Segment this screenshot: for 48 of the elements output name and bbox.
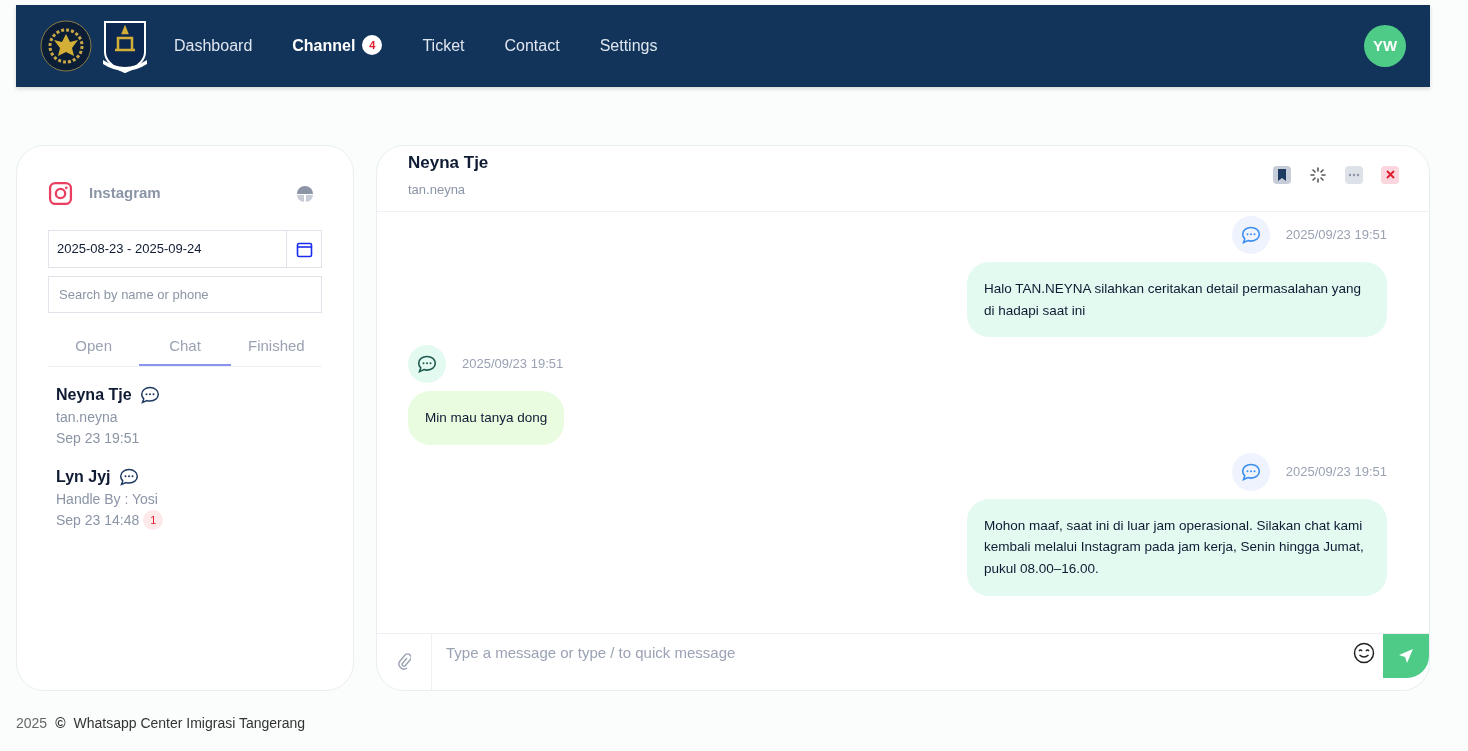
close-icon bbox=[1385, 170, 1395, 179]
close-button[interactable] bbox=[1381, 165, 1399, 184]
more-button[interactable] bbox=[1345, 165, 1363, 184]
smiley-icon[interactable] bbox=[1353, 642, 1375, 664]
chat-bubble-icon bbox=[118, 467, 139, 486]
contact-time: Sep 23 19:51 bbox=[56, 428, 140, 448]
nav-link[interactable]: Contact bbox=[504, 34, 560, 58]
shield-icon bbox=[100, 18, 150, 74]
paperclip-icon[interactable] bbox=[397, 653, 411, 671]
contact-subtitle: tan.neyna bbox=[56, 407, 119, 427]
nav-link[interactable]: Channel 4 bbox=[292, 34, 383, 58]
calendar-icon[interactable] bbox=[295, 240, 313, 258]
chat-bubble-icon bbox=[139, 385, 160, 404]
nav-link[interactable]: Dashboard bbox=[174, 34, 253, 58]
chat-bubble-icon bbox=[417, 355, 437, 374]
message-bubble: Mohon maaf, saat ini di luar jam operasional. Silakan chat kami kembali melalui Instagram pada jam kerja, Senin hingga Jumat, pukul 08.00–16.00. bbox=[967, 498, 1387, 596]
contact-handle: tan.neyna bbox=[408, 180, 467, 199]
message-time: 2025/09/23 19:51 bbox=[462, 355, 564, 374]
nav-link[interactable]: Ticket bbox=[422, 34, 465, 58]
message-bubble: Halo TAN.NEYNA silahkan ceritakan detail permasalahan yang di hadapi saat ini bbox=[967, 262, 1387, 338]
count-badge: 4 bbox=[362, 35, 383, 56]
channel-label: Instagram bbox=[89, 183, 161, 204]
loading-button[interactable] bbox=[1309, 165, 1327, 184]
message-bubble: Min mau tanya dong bbox=[408, 391, 565, 445]
message-time: 2025/09/23 19:51 bbox=[1285, 226, 1387, 245]
nav-link[interactable]: Settings bbox=[599, 34, 658, 58]
spinner-icon bbox=[1310, 166, 1326, 183]
send-icon bbox=[1398, 648, 1414, 664]
unread-badge: 1 bbox=[143, 510, 164, 530]
emblem-icon bbox=[40, 20, 92, 72]
contact-time: Sep 23 14:48 bbox=[56, 510, 140, 530]
chat-bubble-icon bbox=[1240, 226, 1261, 244]
bookmark-button[interactable] bbox=[1273, 165, 1291, 184]
contact-name[interactable]: Neyna Tje bbox=[56, 382, 132, 407]
date-range-field[interactable]: 2025-08-23 - 2025-09-24 bbox=[48, 230, 322, 268]
bookmark-icon bbox=[1277, 168, 1287, 181]
contact-name[interactable]: Lyn Jyj bbox=[56, 464, 111, 489]
contact-subtitle: Handle By : Yosi bbox=[56, 489, 159, 509]
message-time: 2025/09/23 19:51 bbox=[1285, 463, 1387, 482]
contact-name: Neyna Tje bbox=[408, 152, 489, 174]
footer-text: Whatsapp Center Imigrasi Tangerang bbox=[73, 714, 306, 733]
camera-icon bbox=[48, 181, 73, 206]
search-field[interactable]: Search by name or phone bbox=[48, 276, 322, 313]
more-icon bbox=[1348, 172, 1360, 177]
chat-bubble-icon bbox=[1240, 462, 1261, 481]
copyright-symbol: © bbox=[55, 714, 66, 733]
footer-year: 2025 bbox=[16, 714, 48, 733]
globe-icon[interactable] bbox=[296, 184, 314, 203]
